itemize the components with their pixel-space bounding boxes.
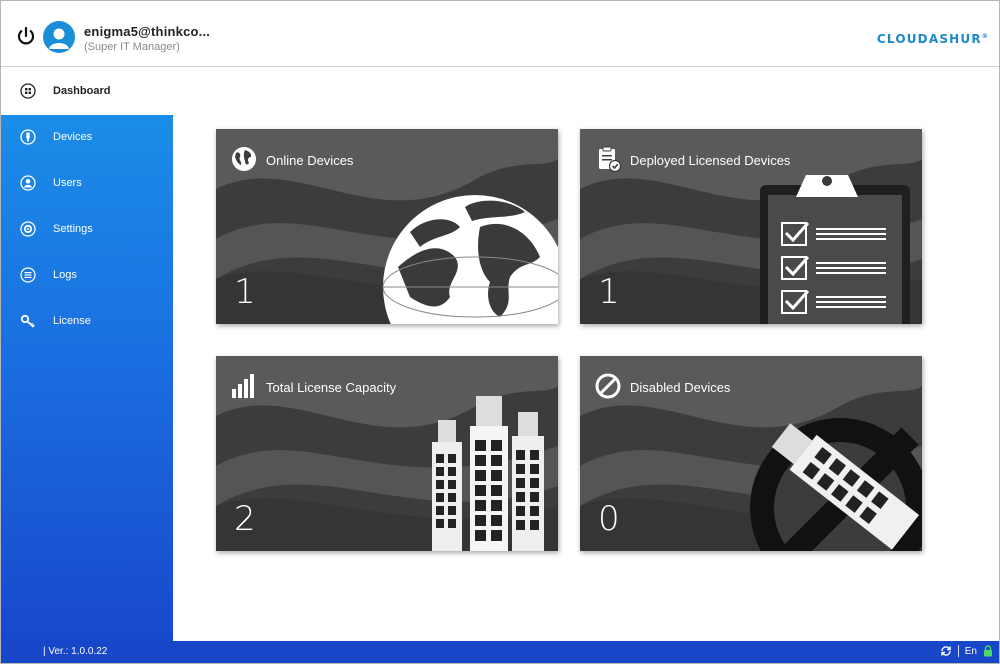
card-disabled-devices[interactable]: Disabled Devices 0 [580, 356, 922, 551]
usb-icon [20, 129, 36, 145]
usb-drives-icon [432, 396, 544, 551]
user-role: (Super IT Manager) [84, 41, 180, 53]
sidebar-item-label: Settings [53, 223, 93, 235]
card-title: Online Devices [266, 153, 354, 168]
disabled-icon [595, 373, 621, 399]
sync-icon[interactable] [940, 645, 952, 657]
user-icon [20, 175, 36, 191]
card-count: 1 [598, 272, 620, 312]
sidebar-item-settings[interactable]: Settings [1, 209, 173, 249]
sidebar-item-label: Logs [53, 269, 77, 281]
sidebar-item-logs[interactable]: Logs [1, 255, 173, 295]
signal-bars-icon [232, 374, 254, 398]
dashboard-icon [20, 83, 36, 99]
power-icon[interactable] [15, 25, 37, 47]
brand-logo: CLOUDASHUR® [877, 32, 989, 46]
brand-registered-mark: ® [981, 33, 989, 40]
sidebar: Devices Users Settings Logs License [1, 115, 173, 643]
sidebar-header: Dashboard [1, 68, 173, 115]
card-title: Deployed Licensed Devices [630, 153, 791, 168]
card-title: Total License Capacity [266, 380, 397, 395]
card-online-devices[interactable]: Online Devices 1 [216, 129, 558, 324]
key-icon [20, 314, 35, 328]
brand-name: CLOUDASHUR [876, 32, 982, 46]
globe-icon [232, 147, 256, 171]
version-label: | Ver.: 1.0.0.22 [43, 646, 108, 657]
status-separator [957, 645, 959, 657]
sidebar-item-label: Dashboard [53, 85, 111, 97]
status-bar-right: En [940, 645, 993, 657]
card-total-license-capacity[interactable]: Total License Capacity 2 [216, 356, 558, 551]
world-globe-icon [382, 195, 558, 324]
sidebar-item-users[interactable]: Users [1, 163, 173, 203]
card-title: Disabled Devices [630, 380, 731, 395]
card-deployed-licensed-devices[interactable]: Deployed Licensed Devices 1 [580, 129, 922, 324]
sidebar-item-dashboard[interactable]: Dashboard [1, 71, 173, 111]
sidebar-item-license[interactable]: License [1, 301, 173, 341]
sidebar-item-label: Users [53, 177, 82, 189]
clipboard-checklist-icon [760, 175, 910, 324]
clipboard-check-icon [599, 146, 622, 173]
lock-icon [984, 645, 992, 657]
user-avatar-icon [49, 28, 69, 49]
card-count: 2 [234, 499, 256, 539]
sidebar-item-label: License [53, 315, 91, 327]
list-icon [20, 267, 36, 283]
card-count: 0 [598, 499, 620, 539]
status-bar: | Ver.: 1.0.0.22 En [1, 641, 999, 663]
avatar[interactable] [43, 21, 75, 53]
card-count: 1 [234, 272, 256, 312]
sidebar-item-label: Devices [53, 131, 93, 143]
app-window: – □ ✕ enigma5@thinkco... (Super IT Manag… [0, 0, 1000, 664]
gear-icon [20, 221, 36, 237]
disabled-usb-icon [750, 418, 922, 551]
user-name[interactable]: enigma5@thinkco... [84, 24, 210, 39]
sidebar-item-devices[interactable]: Devices [1, 117, 173, 157]
app-header: enigma5@thinkco... (Super IT Manager) CL… [1, 1, 999, 67]
language-selector[interactable]: En [965, 646, 977, 657]
